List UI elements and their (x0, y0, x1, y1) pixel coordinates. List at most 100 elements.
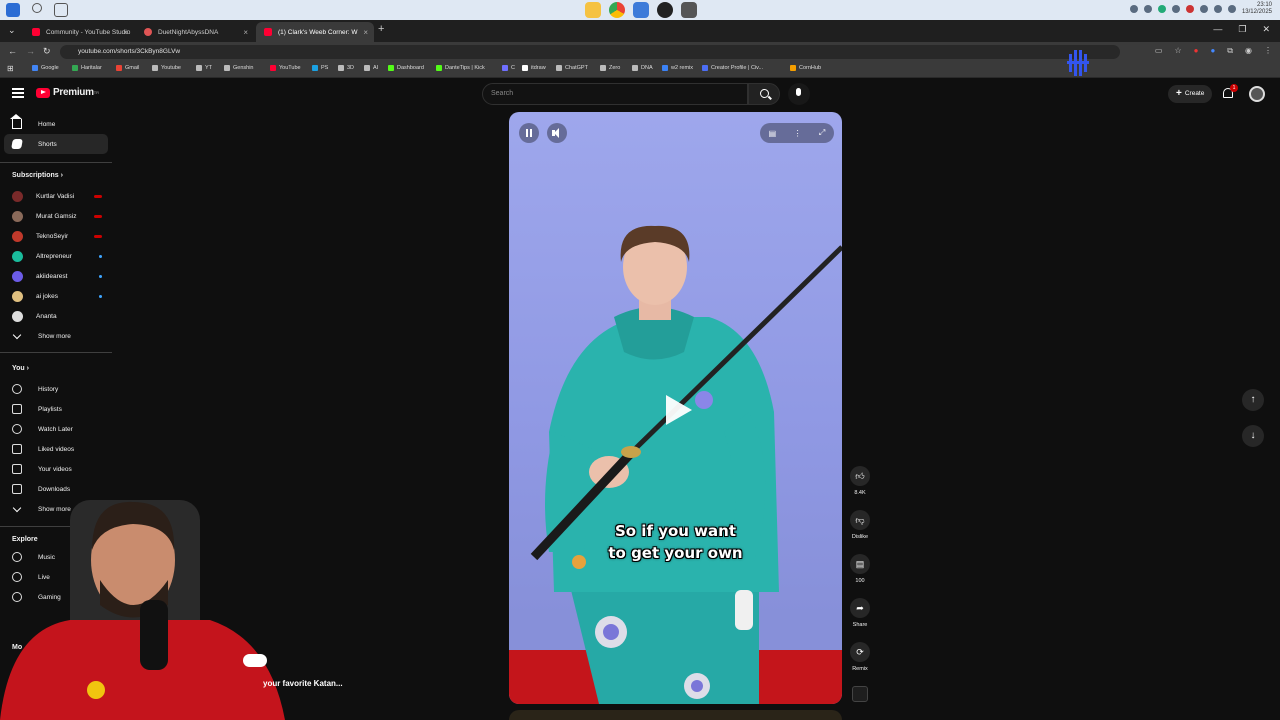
bookmark-item[interactable]: Dashboard (388, 65, 424, 71)
search-icon[interactable] (32, 3, 42, 13)
like-button[interactable]: 👍︎ 8.4K (848, 466, 872, 496)
menu-kebab-icon[interactable]: ⋮ (1264, 46, 1272, 56)
more-options-icon[interactable]: ⋮ (794, 129, 802, 138)
voice-search-button[interactable] (788, 83, 810, 105)
sidebar-item-your-videos[interactable]: Your videos (4, 459, 108, 479)
obs-icon[interactable] (657, 2, 673, 18)
back-icon[interactable]: ← (8, 46, 17, 56)
bookmark-item[interactable]: w2 remix (662, 65, 693, 71)
bookmark-item[interactable]: C (502, 65, 515, 71)
browser-tab[interactable]: DuetNightAbyssDNA × (136, 22, 254, 42)
sidebar-item-home[interactable]: Home (4, 114, 108, 134)
extension-icon[interactable]: ● (1210, 46, 1215, 56)
subscriptions-heading[interactable]: Subscriptions › (12, 172, 63, 179)
volume-button[interactable] (547, 123, 567, 143)
bookmark-item[interactable]: YT (196, 65, 212, 71)
bookmark-item[interactable]: Zero (600, 65, 620, 71)
play-overlay-icon[interactable] (658, 392, 694, 428)
reload-icon[interactable]: ↻ (43, 46, 51, 57)
new-tab-button[interactable]: + (378, 23, 384, 35)
previous-short-button[interactable]: ↑ (1242, 389, 1264, 411)
bookmark-item[interactable]: Creator Profile | Civ... (702, 65, 763, 71)
tray-icon[interactable] (1129, 5, 1138, 13)
tray-icon[interactable] (1199, 5, 1208, 13)
tab-list-icon[interactable]: ⌄ (8, 25, 16, 36)
wifi-icon[interactable] (1213, 5, 1222, 13)
close-tab-icon[interactable]: × (363, 28, 368, 37)
share-button[interactable]: ➦ Share (848, 598, 872, 628)
close-tab-icon[interactable]: × (123, 28, 128, 37)
app-icon[interactable] (633, 2, 649, 18)
sidebar-item-liked-videos[interactable]: Liked videos (4, 439, 108, 459)
tray-icon[interactable] (1171, 5, 1180, 13)
menu-hamburger-icon[interactable] (12, 88, 24, 98)
bookmark-item[interactable]: CornHub (790, 65, 821, 71)
next-short-button[interactable]: ↓ (1242, 425, 1264, 447)
start-icon[interactable] (6, 3, 20, 17)
browser-tab[interactable]: Community - YouTube Studio × (24, 22, 134, 42)
bookmark-item[interactable]: Genshin (224, 65, 254, 71)
minimize-icon[interactable]: — (1213, 24, 1222, 35)
sidebar-item-history[interactable]: History (4, 379, 108, 399)
sidebar-subscription-item[interactable]: akiidearest (4, 266, 108, 286)
extension-icon[interactable]: ● (1194, 46, 1199, 56)
forward-icon[interactable]: → (26, 46, 35, 56)
bookmark-item[interactable]: ChatGPT (556, 65, 588, 71)
youtube-premium-logo[interactable]: Premium TR (36, 87, 99, 98)
shorts-video-player[interactable]: ▤ ⋮ ⤢ So if you want to get your own (509, 112, 842, 704)
sidebar-item-shorts[interactable]: Shorts (4, 134, 108, 154)
channel-thumbnail[interactable] (852, 686, 868, 702)
dislike-button[interactable]: 👎︎ Dislike (848, 510, 872, 540)
tray-icon[interactable] (1143, 5, 1152, 13)
address-bar[interactable]: youtube.com/shorts/3CkByn8GLVw (60, 45, 1120, 59)
bookmark-item[interactable]: itdraw (522, 65, 546, 71)
app-icon[interactable] (681, 2, 697, 18)
tray-icon[interactable] (1157, 5, 1166, 13)
bookmark-item[interactable]: Haritalar (72, 65, 102, 71)
video-title[interactable]: your favorite Katan... (263, 679, 343, 688)
account-avatar[interactable] (1249, 86, 1265, 102)
notifications-button[interactable]: 1 (1222, 84, 1238, 99)
sidebar-subscription-item[interactable]: Ananta (4, 306, 108, 326)
close-window-icon[interactable]: ✕ (1262, 24, 1270, 35)
close-tab-icon[interactable]: × (243, 28, 248, 37)
comments-button[interactable]: ▤ 100 (848, 554, 872, 584)
bookmark-item[interactable]: PS (312, 65, 328, 71)
sidebar-subscription-item[interactable]: Murat Gamsiz (4, 206, 108, 226)
remix-button[interactable]: ⟳ Remix (848, 642, 872, 672)
pause-button[interactable] (519, 123, 539, 143)
extensions-puzzle-icon[interactable]: ⧉ (1227, 46, 1233, 56)
bookmark-item[interactable]: Google (32, 65, 59, 71)
cast-icon[interactable]: ▭ (1155, 46, 1163, 56)
fullscreen-icon[interactable]: ⤢ (819, 128, 825, 138)
bookmark-item[interactable]: YouTube (270, 65, 301, 71)
sidebar-subscription-item[interactable]: TeknoSeyir (4, 226, 108, 246)
bookmark-item[interactable]: Youtube (152, 65, 181, 71)
sidebar-subscription-item[interactable]: Altrepreneur (4, 246, 108, 266)
bookmark-item[interactable]: DanteTips | Kick (436, 65, 485, 71)
profile-icon[interactable]: ◉ (1245, 46, 1252, 56)
apps-grid-icon[interactable]: ⊞ (7, 64, 14, 73)
sidebar-subscription-item[interactable]: Kurtlar Vadisi (4, 186, 108, 206)
you-heading[interactable]: You › (12, 365, 29, 372)
maximize-icon[interactable]: ❐ (1238, 24, 1246, 35)
search-input[interactable]: Search (482, 83, 748, 105)
system-clock[interactable]: 23:10 13/12/2025 (1242, 2, 1272, 16)
sidebar-item-playlists[interactable]: Playlists (4, 399, 108, 419)
sidebar-subscription-item[interactable]: ai jokes (4, 286, 108, 306)
browser-tab-active[interactable]: (1) Clark's Weeb Corner: W × (256, 22, 374, 42)
search-button[interactable] (748, 83, 780, 105)
task-view-icon[interactable] (54, 3, 68, 17)
bookmark-item[interactable]: Gmail (116, 65, 139, 71)
create-button[interactable]: + Create (1168, 85, 1213, 103)
next-short-preview[interactable] (509, 710, 842, 720)
subscriptions-show-more[interactable]: Show more (4, 326, 108, 346)
file-explorer-icon[interactable] (585, 2, 601, 18)
captions-icon[interactable]: ▤ (769, 129, 777, 138)
bookmark-star-icon[interactable]: ☆ (1174, 46, 1181, 56)
chrome-icon[interactable] (609, 2, 625, 18)
sidebar-item-watch-later[interactable]: Watch Later (4, 419, 108, 439)
bookmark-item[interactable]: 3D (338, 65, 354, 71)
tray-icon[interactable] (1185, 5, 1194, 13)
subscribe-pill[interactable] (243, 654, 267, 667)
